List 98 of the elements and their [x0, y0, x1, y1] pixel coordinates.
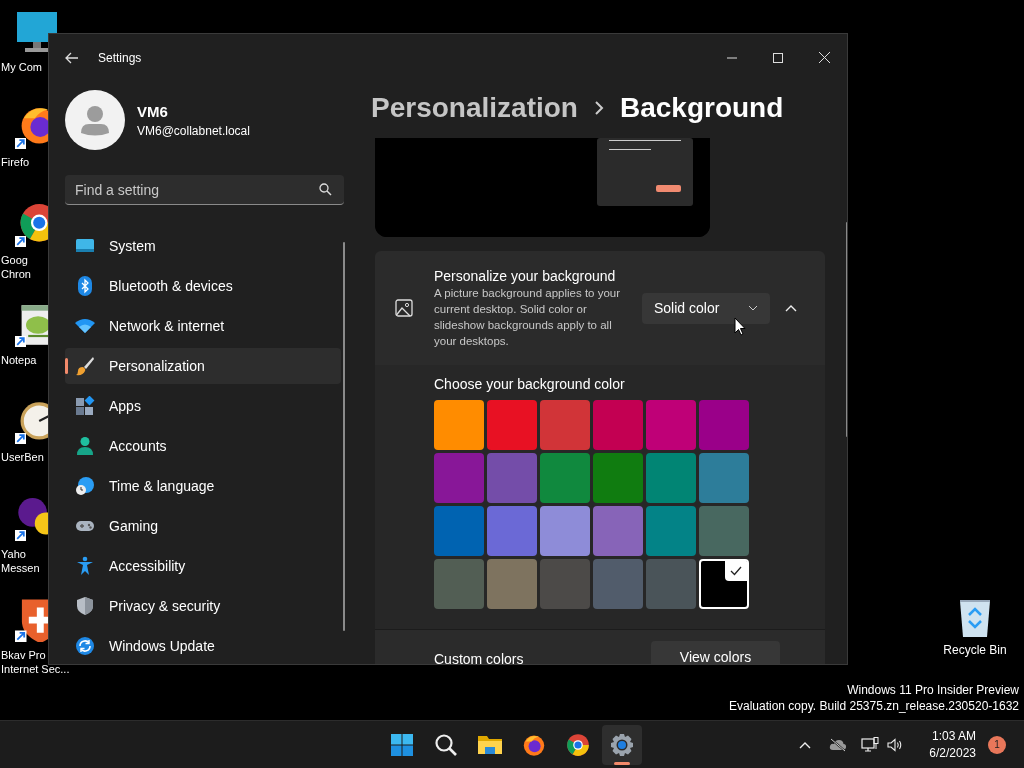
caret-icon — [748, 305, 758, 311]
color-swatch[interactable] — [699, 400, 749, 450]
bluetooth-icon — [75, 276, 95, 296]
shield-icon — [75, 596, 95, 616]
color-swatch[interactable] — [699, 453, 749, 503]
color-swatch[interactable] — [646, 559, 696, 609]
icon-label: Yaho — [1, 547, 27, 561]
section-title: Choose your background color — [434, 376, 625, 392]
page-title: Background — [619, 92, 784, 124]
color-swatch[interactable] — [434, 559, 484, 609]
nav-item[interactable]: Accounts — [65, 428, 341, 464]
maximize-icon — [773, 52, 783, 63]
color-swatch[interactable] — [540, 400, 590, 450]
card-description: A picture background applies to your current desktop. Solid color or slideshow backgrounds apply to all your desktops. — [434, 285, 622, 349]
nav-item[interactable]: Privacy & security — [65, 588, 341, 624]
nav-item[interactable]: Gaming — [65, 508, 341, 544]
wifi-icon — [75, 316, 95, 336]
start-icon — [390, 732, 414, 757]
icon-label: Notepa — [1, 353, 37, 367]
icon-label: Goog — [1, 253, 29, 267]
color-swatch[interactable] — [646, 506, 696, 556]
nav-item[interactable]: Windows Update — [65, 628, 341, 664]
chevron-up-icon[interactable] — [799, 740, 812, 749]
color-swatch[interactable] — [646, 453, 696, 503]
color-swatch[interactable] — [593, 506, 643, 556]
globe-clock-icon — [75, 476, 95, 496]
color-swatch[interactable] — [646, 400, 696, 450]
back-arrow-icon — [65, 51, 79, 64]
color-swatch[interactable] — [540, 506, 590, 556]
notepad-icon[interactable] — [15, 303, 48, 347]
notification-badge[interactable]: 1 — [988, 735, 1006, 754]
icon-label: Recycle Bin — [943, 643, 1007, 657]
color-swatch[interactable] — [593, 400, 643, 450]
sync-icon — [75, 636, 95, 656]
chevron-icon — [785, 304, 797, 312]
nav-item[interactable]: Personalization — [65, 348, 341, 384]
icon-label: Firefo — [1, 155, 30, 169]
color-swatch[interactable] — [434, 400, 484, 450]
recycle-bin-icon[interactable] — [957, 597, 993, 637]
checkmark-icon — [730, 566, 742, 576]
clock[interactable]: 1:03 AM 6/2/2023 — [929, 727, 976, 762]
chevron-icon — [593, 101, 604, 115]
nav-item[interactable]: Apps — [65, 388, 341, 424]
user-name: VM6 — [137, 102, 169, 120]
network-icon[interactable] — [861, 736, 880, 753]
view-colors-button[interactable]: View colors — [651, 641, 780, 664]
accessibility-icon — [75, 556, 95, 576]
search-icon — [319, 183, 332, 196]
icon-label: Bkav Pro — [1, 648, 47, 662]
color-swatch[interactable] — [593, 453, 643, 503]
card-title: Personalize your background — [434, 267, 617, 284]
color-swatch[interactable] — [540, 453, 590, 503]
icon-label: Internet Sec... — [1, 662, 70, 676]
color-swatch[interactable] — [540, 559, 590, 609]
watermark-text: Windows 11 Pro Insider Preview — [847, 682, 1019, 698]
gear-icon — [610, 732, 634, 757]
color-swatch[interactable] — [487, 453, 537, 503]
volume-icon[interactable] — [887, 737, 904, 752]
watermark-text: Evaluation copy. Build 25375.zn_release.230520-1632 — [729, 698, 1019, 714]
browser-icon — [566, 732, 590, 757]
search-icon — [434, 732, 458, 757]
color-swatch[interactable] — [487, 400, 537, 450]
color-swatch[interactable] — [434, 453, 484, 503]
image-icon — [395, 299, 413, 317]
avatar — [65, 90, 125, 150]
nav-item[interactable]: Network & internet — [65, 308, 341, 344]
user-email: VM6@collabnet.local — [137, 123, 250, 138]
nav-item[interactable]: Time & language — [65, 468, 341, 504]
icon-label: My Com — [1, 60, 42, 74]
search-field[interactable]: Find a setting — [65, 175, 344, 205]
color-swatch[interactable] — [699, 506, 749, 556]
icon-label: UserBen — [1, 450, 44, 464]
browser-icon — [522, 732, 546, 757]
person-icon — [75, 436, 95, 456]
mouse-pointer-icon — [734, 317, 746, 336]
nav-item[interactable]: Accessibility — [65, 548, 341, 584]
icon-label: Chron — [1, 267, 31, 281]
paintbrush-icon — [75, 356, 95, 376]
settings-button[interactable] — [602, 724, 642, 765]
clock-time: 1:03 AM — [931, 727, 976, 745]
color-swatch[interactable] — [434, 506, 484, 556]
breadcrumb-parent[interactable]: Personalization — [371, 92, 578, 124]
clock-date: 6/2/2023 — [929, 744, 976, 762]
color-swatch[interactable] — [487, 506, 537, 556]
close-icon — [818, 52, 830, 63]
color-swatch[interactable] — [699, 559, 749, 609]
window-title: Settings — [98, 50, 142, 65]
apps-icon — [75, 396, 95, 416]
background-dropdown[interactable]: Solid color — [642, 292, 770, 324]
nav-item[interactable]: Bluetooth & devices — [65, 268, 341, 304]
icon-label: Messen — [1, 561, 40, 575]
scrollbar[interactable] — [343, 242, 345, 631]
color-swatch[interactable] — [487, 559, 537, 609]
color-swatch[interactable] — [593, 559, 643, 609]
monitor-icon[interactable] — [15, 12, 59, 54]
nav-item[interactable]: System — [65, 228, 341, 264]
custom-colors-label: Custom colors — [434, 651, 524, 664]
cloud-off-icon[interactable] — [829, 737, 848, 752]
